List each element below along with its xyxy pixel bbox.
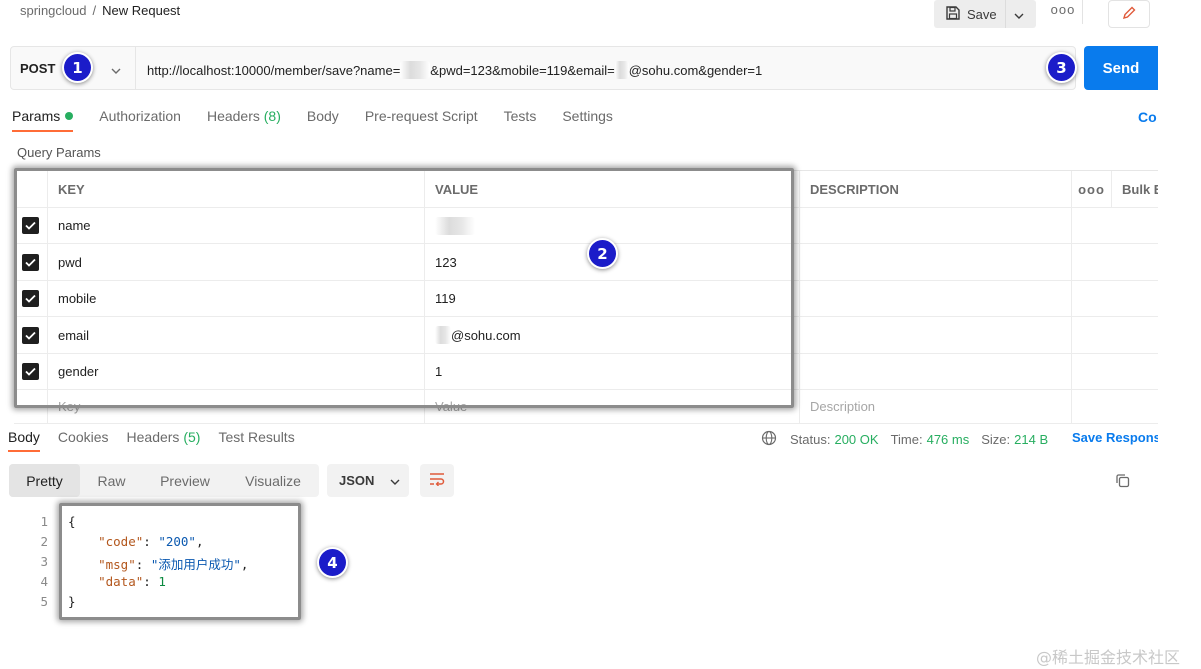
line-number: 3 [40, 554, 48, 569]
save-label: Save [967, 6, 997, 22]
annotation-box-response [59, 503, 301, 620]
tab-test-results[interactable]: Test Results [218, 429, 294, 452]
status-label: Status: [790, 432, 831, 447]
size-label: Size: [981, 432, 1011, 447]
tab-response-cookies[interactable]: Cookies [58, 429, 109, 452]
tab-response-headers-label: Headers [126, 429, 180, 445]
query-params-title: Query Params [17, 145, 101, 160]
copy-response-button[interactable] [1114, 472, 1132, 493]
annotation-badge-4: 4 [319, 549, 346, 576]
chevron-down-icon [390, 473, 400, 488]
url-text-2: &pwd=123&mobile=119&email= [430, 63, 615, 78]
format-preview[interactable]: Preview [143, 464, 227, 497]
bulk-edit-button[interactable]: Bulk Edit [1112, 171, 1158, 207]
response-format-toggle: Pretty Raw Preview Visualize [9, 464, 319, 497]
redacted-email [614, 61, 629, 79]
header-divider [1082, 0, 1083, 24]
line-number: 2 [40, 534, 48, 549]
line-number: 4 [40, 574, 48, 589]
url-text-3: @sohu.com&gender=1 [628, 63, 763, 78]
watermark: @稀土掘金技术社区 [1036, 648, 1181, 667]
tab-authorization[interactable]: Authorization [99, 108, 181, 132]
send-button[interactable]: Send [1084, 46, 1158, 90]
annotation-badge-2: 2 [589, 240, 616, 267]
format-pretty[interactable]: Pretty [9, 464, 80, 497]
column-header-description: DESCRIPTION [800, 171, 1072, 207]
tab-body[interactable]: Body [307, 108, 339, 132]
wrap-lines-button[interactable] [420, 464, 454, 497]
param-description[interactable] [800, 354, 1072, 389]
save-options-button[interactable] [1006, 0, 1032, 28]
chevron-down-icon [111, 62, 121, 77]
more-actions-button[interactable]: ooo [1050, 2, 1076, 22]
response-headers-count: (5) [183, 429, 201, 445]
cookies-link[interactable]: Co [1138, 109, 1157, 125]
annotation-badge-1: 1 [64, 54, 91, 81]
copy-icon [1114, 474, 1132, 493]
column-options-button[interactable]: ooo [1072, 171, 1112, 207]
language-select[interactable]: JSON [327, 464, 409, 497]
param-description[interactable] [800, 208, 1072, 243]
params-active-indicator [65, 112, 74, 120]
tab-settings[interactable]: Settings [562, 108, 613, 132]
breadcrumb-collection[interactable]: springcloud [20, 3, 87, 18]
format-raw[interactable]: Raw [80, 464, 143, 497]
headers-count: (8) [263, 108, 281, 124]
url-input[interactable]: http://localhost:10000/member/save?name=… [147, 61, 762, 79]
param-description[interactable] [800, 244, 1072, 280]
url-text-1: http://localhost:10000/member/save?name= [147, 63, 401, 78]
annotation-badge-3: 3 [1048, 54, 1075, 81]
tab-prerequest-script[interactable]: Pre-request Script [365, 108, 478, 132]
tab-headers-label: Headers [206, 108, 260, 124]
edit-button[interactable] [1108, 0, 1150, 28]
breadcrumb: springcloud / New Request [20, 3, 180, 18]
size-value[interactable]: 214 B [1014, 432, 1048, 447]
time-value[interactable]: 476 ms [927, 432, 970, 447]
time-label: Time: [890, 432, 923, 447]
param-description[interactable] [800, 317, 1072, 353]
save-button[interactable]: Save [934, 0, 1006, 28]
save-button-group: Save [934, 0, 1036, 28]
response-status-bar: Status: 200 OK Time: 476 ms Size: 214 B [761, 430, 1060, 449]
response-tabs: Body Cookies Headers (5) Test Results [8, 429, 313, 452]
wrap-icon [428, 472, 446, 489]
tab-tests[interactable]: Tests [504, 108, 537, 132]
tab-headers[interactable]: Headers (8) [207, 108, 281, 132]
annotation-box-params [14, 168, 794, 408]
request-title[interactable]: New Request [102, 3, 180, 18]
tab-response-headers[interactable]: Headers (5) [127, 429, 201, 452]
request-tabs: Params Authorization Headers (8) Body Pr… [12, 108, 639, 132]
language-label: JSON [339, 473, 375, 488]
tab-params-label: Params [12, 108, 61, 124]
breadcrumb-separator: / [92, 3, 97, 18]
chevron-down-icon [1014, 7, 1024, 22]
tab-params[interactable]: Params [12, 108, 74, 132]
globe-icon[interactable] [761, 430, 777, 449]
new-description-input[interactable]: Description [800, 390, 1072, 423]
status-value[interactable]: 200 OK [834, 432, 878, 447]
line-number: 5 [40, 594, 48, 609]
format-visualize[interactable]: Visualize [227, 464, 319, 497]
save-icon [945, 5, 961, 24]
save-response-button[interactable]: Save Response [1072, 430, 1158, 445]
pencil-icon [1121, 5, 1137, 24]
method-label: POST [20, 60, 56, 76]
line-number: 1 [40, 514, 48, 529]
tab-response-body[interactable]: Body [8, 429, 40, 452]
redacted-name [400, 61, 431, 79]
param-description[interactable] [800, 281, 1072, 316]
